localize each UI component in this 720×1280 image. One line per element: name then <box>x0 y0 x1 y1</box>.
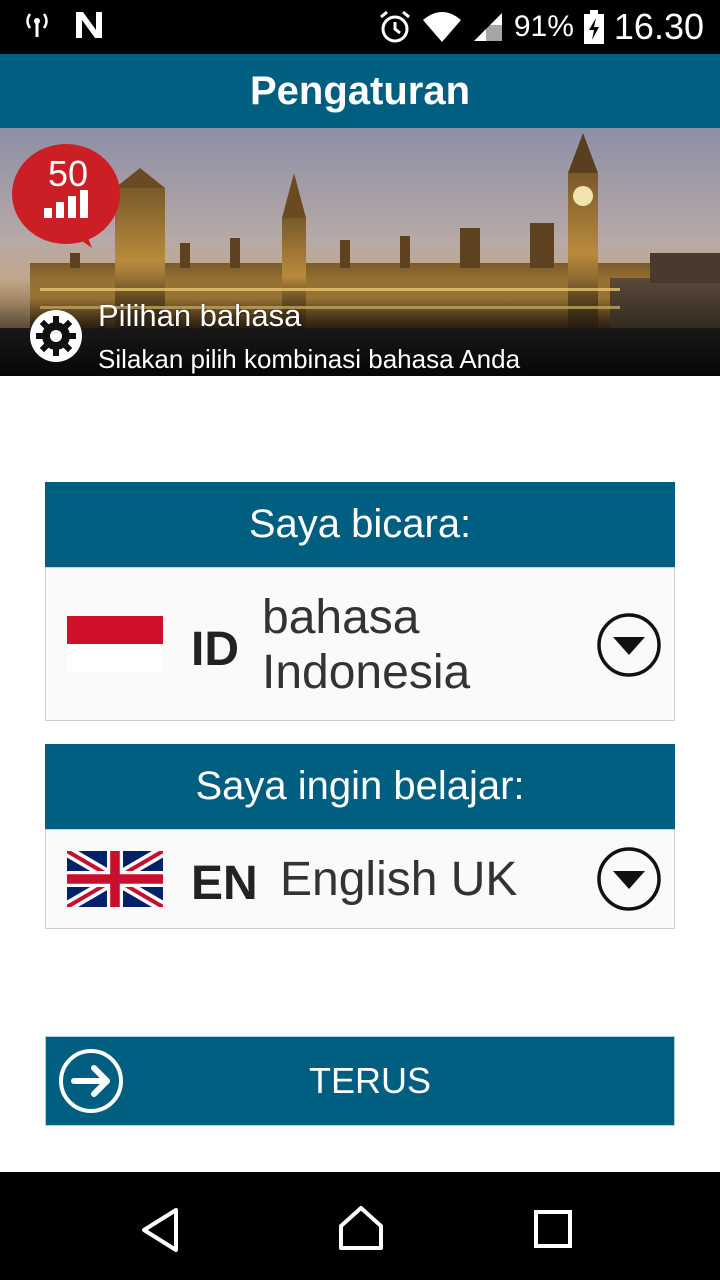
banner-subtitle: Silakan pilih kombinasi bahasa Anda <box>98 344 521 374</box>
home-icon[interactable] <box>336 1204 386 1252</box>
speak-language-name-line2: Indonesia <box>262 646 471 699</box>
speak-section-header: Saya bicara: <box>45 482 675 567</box>
recent-apps-icon[interactable] <box>534 1210 572 1248</box>
learn-language-selector[interactable]: EN English UK <box>45 829 675 929</box>
clock: 16.30 <box>613 6 704 47</box>
alarm-icon <box>379 10 410 43</box>
wifi-icon <box>422 12 461 42</box>
page-title: Pengaturan <box>249 68 471 113</box>
fifty-languages-badge-icon: 50 <box>12 144 120 248</box>
speak-language-name-line1: bahasa <box>262 591 420 644</box>
settings-gear-icon <box>30 310 82 362</box>
back-icon[interactable] <box>138 1206 182 1254</box>
uk-flag-icon <box>67 851 163 907</box>
hotspot-icon <box>26 13 48 37</box>
banner-title: Pilihan bahasa <box>98 298 302 333</box>
learn-language-name: English UK <box>280 853 518 906</box>
system-navigation-bar <box>0 1172 720 1280</box>
battery-percentage: 91% <box>513 10 574 43</box>
app-bar: Pengaturan <box>0 54 720 128</box>
n-notification-icon <box>76 12 102 38</box>
speak-language-code: ID <box>191 623 239 676</box>
learn-section-header: Saya ingin belajar: <box>45 744 675 829</box>
learn-language-code: EN <box>191 857 258 910</box>
battery-charging-icon <box>583 10 604 44</box>
signal-icon <box>473 13 502 41</box>
speak-language-name: bahasa Indonesia <box>262 590 470 700</box>
continue-button[interactable]: TERUS <box>45 1036 675 1126</box>
status-bar: 91% 16.30 <box>0 0 720 54</box>
chevron-down-circle-icon[interactable] <box>596 846 662 912</box>
speak-language-selector[interactable]: ID bahasa Indonesia <box>45 567 675 721</box>
chevron-down-circle-icon[interactable] <box>596 612 662 678</box>
arrow-right-circle-icon <box>59 1049 123 1113</box>
badge-number: 50 <box>48 153 88 194</box>
continue-button-label: TERUS <box>308 1060 431 1101</box>
indonesia-flag-icon <box>67 616 163 672</box>
header-banner: 50 Pilihan bahasa Silakan pilih kombinas… <box>0 128 720 376</box>
